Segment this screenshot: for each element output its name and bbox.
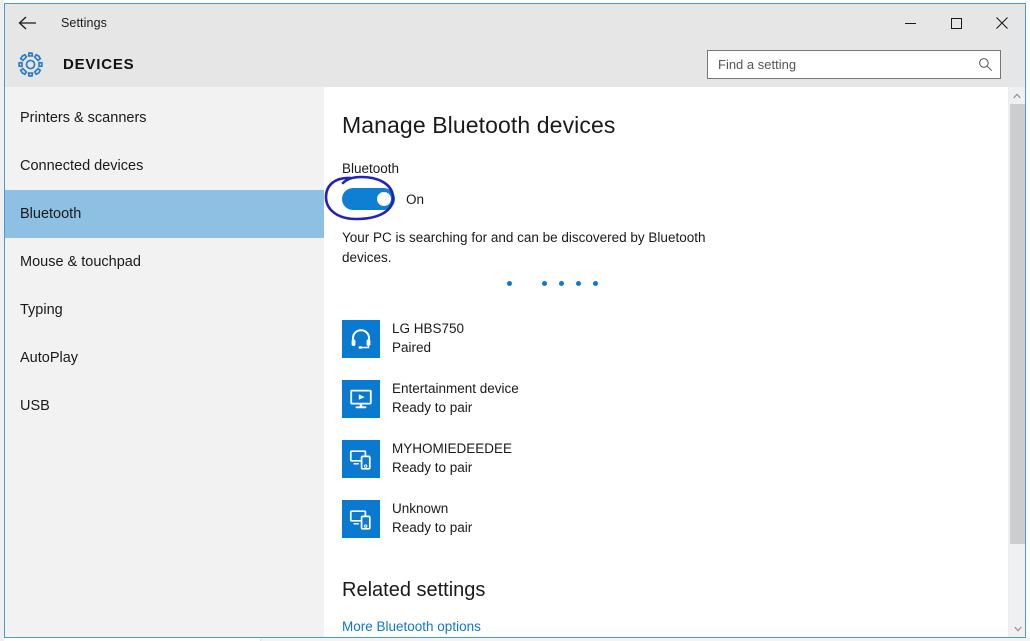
progress-dot xyxy=(542,281,547,286)
monitor-phone-icon xyxy=(342,440,380,478)
device-status: Ready to pair xyxy=(392,399,519,417)
gear-icon-glyph xyxy=(17,51,44,78)
device-list-item[interactable]: MYHOMIEDEEDEE Ready to pair xyxy=(342,429,1025,489)
search-input[interactable] xyxy=(708,51,970,78)
searching-progress-dots xyxy=(507,273,1025,295)
related-settings-heading: Related settings xyxy=(342,579,1025,602)
chevron-down-icon xyxy=(1014,626,1022,632)
toggle-knob xyxy=(377,192,391,206)
sidebar-item-label: AutoPlay xyxy=(20,350,78,366)
search-icon-glyph xyxy=(978,57,993,72)
monitor-phone-icon-glyph xyxy=(349,507,373,531)
progress-dot xyxy=(559,281,564,286)
main-content: Manage Bluetooth devices Bluetooth On Yo… xyxy=(324,87,1025,637)
device-status: Ready to pair xyxy=(392,459,512,477)
sidebar-item-label: Mouse & touchpad xyxy=(20,254,141,270)
scrollbar-thumb[interactable] xyxy=(1010,104,1025,544)
minimize-button[interactable] xyxy=(887,4,933,42)
window-title: Settings xyxy=(61,16,107,30)
device-text: LG HBS750 Paired xyxy=(392,320,464,356)
sidebar-item-typing[interactable]: Typing xyxy=(5,286,324,334)
sidebar-item-connected-devices[interactable]: Connected devices xyxy=(5,142,324,190)
search-icon[interactable] xyxy=(970,51,1000,78)
monitor-phone-icon xyxy=(342,500,380,538)
page-title: DEVICES xyxy=(63,56,134,73)
maximize-icon xyxy=(951,18,962,29)
toggle-state-label: On xyxy=(406,192,424,207)
device-list-item[interactable]: LG HBS750 Paired xyxy=(342,309,1025,369)
maximize-button[interactable] xyxy=(933,4,979,42)
progress-dot xyxy=(507,281,512,286)
sidebar-item-label: Typing xyxy=(20,302,63,318)
device-status: Ready to pair xyxy=(392,519,472,537)
chevron-up-icon xyxy=(1013,93,1021,99)
content-scrollbar[interactable] xyxy=(1008,87,1025,637)
sidebar-item-label: Bluetooth xyxy=(20,206,81,222)
sidebar-item-label: Connected devices xyxy=(20,158,143,174)
more-bluetooth-options-link[interactable]: More Bluetooth options xyxy=(342,619,481,634)
gear-icon xyxy=(7,42,53,87)
close-button[interactable] xyxy=(979,4,1025,42)
content-heading: Manage Bluetooth devices xyxy=(342,112,1025,139)
monitor-phone-icon-glyph xyxy=(349,447,373,471)
device-text: Entertainment device Ready to pair xyxy=(392,380,519,416)
search-box[interactable] xyxy=(707,50,1001,79)
monitor-play-icon xyxy=(342,380,380,418)
headset-icon-glyph xyxy=(349,327,373,351)
device-name: MYHOMIEDEEDEE xyxy=(392,440,512,458)
headset-icon xyxy=(342,320,380,358)
bluetooth-toggle-row: On xyxy=(342,184,1025,214)
device-text: MYHOMIEDEEDEE Ready to pair xyxy=(392,440,512,476)
sidebar-item-label: USB xyxy=(20,398,50,414)
app-header: DEVICES xyxy=(5,42,1025,87)
bluetooth-toggle[interactable] xyxy=(342,188,395,210)
bluetooth-status-text: Your PC is searching for and can be disc… xyxy=(342,228,742,269)
sidebar-item-mouse-touchpad[interactable]: Mouse & touchpad xyxy=(5,238,324,286)
device-list-item[interactable]: Entertainment device Ready to pair xyxy=(342,369,1025,429)
scrollbar-down-arrow[interactable] xyxy=(1010,620,1025,637)
desktop-background: Settings xyxy=(0,0,1030,641)
sidebar-item-bluetooth[interactable]: Bluetooth xyxy=(5,190,324,238)
settings-window: Settings xyxy=(4,3,1026,638)
device-text: Unknown Ready to pair xyxy=(392,500,472,536)
sidebar: Printers & scanners Connected devices Bl… xyxy=(5,87,324,637)
bluetooth-device-list: LG HBS750 Paired xyxy=(342,309,1025,549)
window-titlebar: Settings xyxy=(5,4,1025,42)
arrow-left-icon xyxy=(18,15,38,31)
sidebar-item-usb[interactable]: USB xyxy=(5,382,324,430)
back-button[interactable] xyxy=(5,4,51,42)
bluetooth-setting-label: Bluetooth xyxy=(342,161,1025,176)
close-icon xyxy=(996,17,1008,29)
sidebar-item-autoplay[interactable]: AutoPlay xyxy=(5,334,324,382)
window-body: Printers & scanners Connected devices Bl… xyxy=(5,87,1025,637)
device-status: Paired xyxy=(392,339,464,357)
sidebar-item-label: Printers & scanners xyxy=(20,110,147,126)
device-name: Unknown xyxy=(392,500,472,518)
device-name: Entertainment device xyxy=(392,380,519,398)
window-controls xyxy=(887,4,1025,42)
minimize-icon xyxy=(905,18,916,29)
device-list-item[interactable]: Unknown Ready to pair xyxy=(342,489,1025,549)
progress-dot xyxy=(576,281,581,286)
progress-dot xyxy=(593,281,598,286)
sidebar-item-printers-scanners[interactable]: Printers & scanners xyxy=(5,94,324,142)
device-name: LG HBS750 xyxy=(392,320,464,338)
scrollbar-up-arrow[interactable] xyxy=(1009,87,1025,104)
monitor-play-icon-glyph xyxy=(349,387,373,411)
